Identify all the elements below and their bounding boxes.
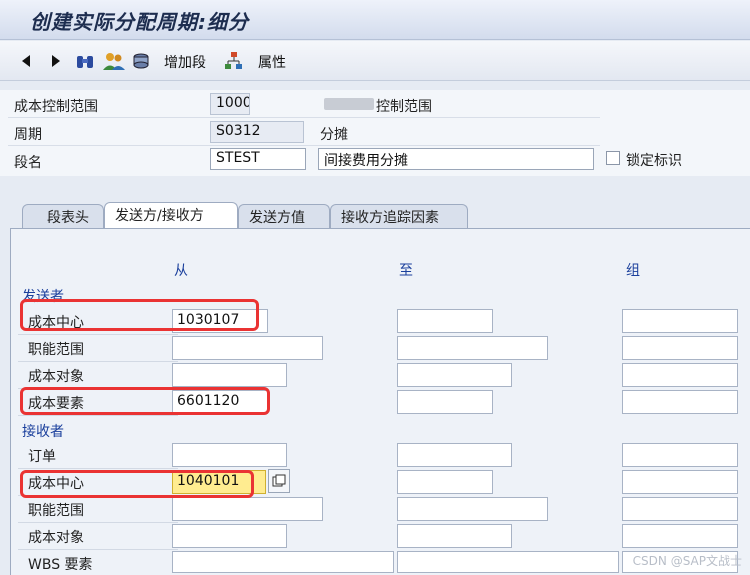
- tab-sender-values[interactable]: 发送方值: [238, 204, 330, 228]
- lock-label: 锁定标识: [626, 153, 682, 169]
- column-from: 从: [174, 263, 188, 279]
- arrow-left-icon[interactable]: [18, 51, 34, 71]
- period-row: 周期 S0312 分摊: [8, 118, 600, 146]
- sender-cost-element-to[interactable]: [397, 390, 493, 414]
- controlling-area-desc: 控制范围: [376, 99, 432, 115]
- controlling-area-field: 1000: [210, 93, 250, 115]
- receiver-cost-center-group[interactable]: [622, 470, 738, 494]
- people-icon[interactable]: [102, 51, 126, 71]
- sender-functional-area-to[interactable]: [397, 336, 548, 360]
- tab-sender-receiver[interactable]: 发送方/接收方: [104, 202, 238, 230]
- segment-name-field[interactable]: STEST: [210, 148, 306, 170]
- column-to: 至: [399, 263, 413, 279]
- receiver-row-label: WBS 要素: [28, 557, 93, 573]
- binoculars-icon[interactable]: [74, 51, 96, 71]
- receiver-functional-area-group[interactable]: [622, 497, 738, 521]
- add-segment-button[interactable]: 增加段: [164, 52, 206, 72]
- tab-segment-header[interactable]: 段表头: [22, 204, 104, 228]
- sender-functional-area-group[interactable]: [622, 336, 738, 360]
- segment-row: 段名 STEST 间接费用分摊: [8, 146, 600, 174]
- tab-strip: 段表头 发送方/接收方 发送方值 接收方追踪因素: [0, 200, 750, 230]
- receiver-cost-center-to[interactable]: [397, 470, 493, 494]
- sender-cost-object-from[interactable]: [172, 363, 287, 387]
- lock-checkbox[interactable]: [606, 151, 620, 165]
- sender-cost-object-group[interactable]: [622, 363, 738, 387]
- controlling-area-row: 成本控制范围 1000 控制范围: [8, 90, 600, 118]
- toolbar: 增加段 属性: [0, 41, 750, 81]
- header-area: 成本控制范围 1000 控制范围 周期 S0312 分摊 段名 STEST 间接…: [0, 90, 750, 176]
- segment-description-field[interactable]: 间接费用分摊: [318, 148, 594, 170]
- receiver-row-label: 职能范围: [18, 496, 178, 523]
- hierarchy-icon[interactable]: [222, 51, 244, 71]
- sender-row-label: 成本对象: [18, 362, 178, 389]
- controlling-area-label: 成本控制范围: [14, 99, 98, 115]
- watermark: CSDN @SAP文战士: [632, 554, 742, 568]
- receiver-functional-area-from[interactable]: [172, 497, 323, 521]
- sender-row-label: 职能范围: [18, 335, 178, 362]
- period-desc: 分摊: [320, 127, 348, 143]
- highlight-box: [20, 299, 259, 331]
- period-label: 周期: [14, 127, 42, 143]
- receiver-wbs-from[interactable]: [172, 551, 394, 573]
- sender-functional-area-from[interactable]: [172, 336, 323, 360]
- highlight-box: [20, 387, 270, 415]
- sender-cost-element-group[interactable]: [622, 390, 738, 414]
- receiver-section-title: 接收者: [22, 424, 64, 440]
- window-title: 创建实际分配周期:细分: [30, 10, 249, 34]
- receiver-cost-object-to[interactable]: [397, 524, 512, 548]
- segment-label: 段名: [14, 155, 42, 171]
- sender-cost-center-to[interactable]: [397, 309, 493, 333]
- receiver-functional-area-to[interactable]: [397, 497, 548, 521]
- receiver-wbs-to[interactable]: [397, 551, 619, 573]
- attributes-button[interactable]: 属性: [258, 52, 286, 72]
- period-field: S0312: [210, 121, 304, 143]
- value-help-icon[interactable]: [268, 469, 290, 493]
- receiver-row-label: 订单: [18, 442, 178, 469]
- receiver-order-group[interactable]: [622, 443, 738, 467]
- title-bar: 创建实际分配周期:细分: [0, 0, 750, 40]
- receiver-row-label: 成本对象: [18, 523, 178, 550]
- redacted-text: [324, 98, 374, 110]
- tab-receiver-tracing[interactable]: 接收方追踪因素: [330, 204, 468, 228]
- receiver-cost-object-group[interactable]: [622, 524, 738, 548]
- column-group: 组: [626, 263, 640, 279]
- receiver-order-from[interactable]: [172, 443, 287, 467]
- sender-cost-object-to[interactable]: [397, 363, 512, 387]
- sender-cost-center-group[interactable]: [622, 309, 738, 333]
- highlight-box: [20, 470, 254, 498]
- arrow-right-icon[interactable]: [48, 51, 64, 71]
- receiver-cost-object-from[interactable]: [172, 524, 287, 548]
- receiver-order-to[interactable]: [397, 443, 512, 467]
- server-icon[interactable]: [130, 51, 152, 71]
